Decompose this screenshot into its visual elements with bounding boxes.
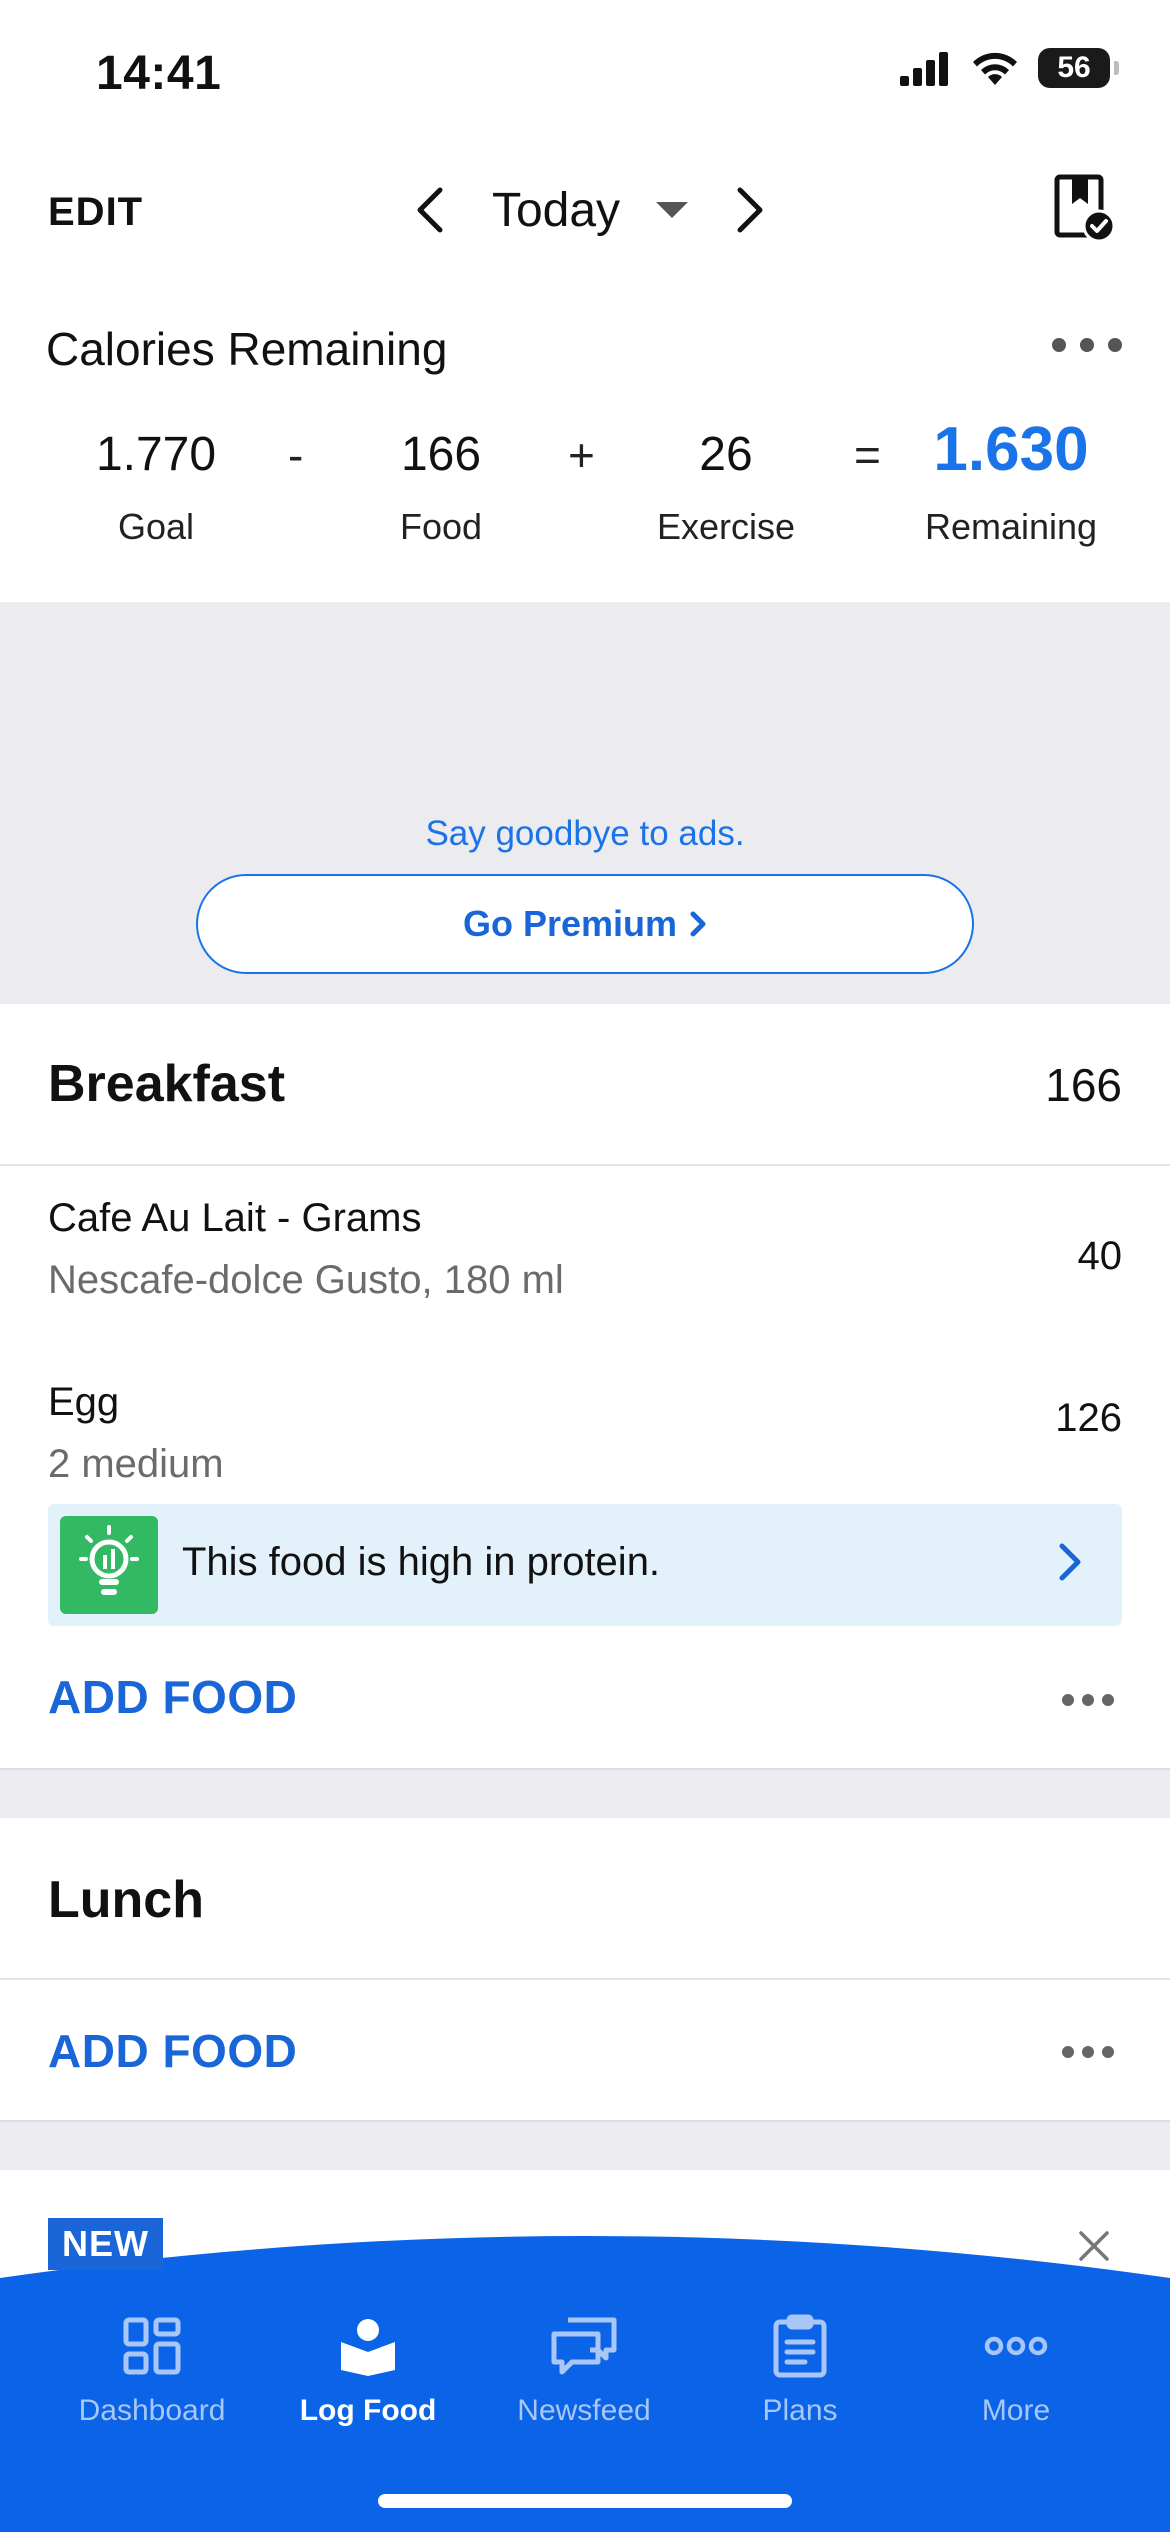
- tab-label: Newsfeed: [517, 2394, 651, 2427]
- saved-meals-icon[interactable]: [1054, 174, 1116, 244]
- status-bar: 14:41 56: [0, 0, 1170, 140]
- breakfast-add-food-button[interactable]: ADD FOOD: [48, 1670, 297, 1724]
- more-dot-icon: [1062, 2046, 1074, 2058]
- food-description: 2 medium: [48, 1442, 224, 1486]
- battery-icon: 56: [1038, 48, 1119, 88]
- breakfast-section: Breakfast 166 Cafe Au Lait - Grams Nesca…: [0, 1004, 1170, 1768]
- tab-bar: Dashboard Log Food Newsfeed Plans More: [0, 2236, 1170, 2532]
- food-value: 166: [400, 428, 482, 481]
- more-dot-icon: [1062, 1694, 1074, 1706]
- chevron-left-icon: [417, 187, 443, 233]
- goal-value: 1.770: [95, 428, 217, 481]
- more-dot-icon: [1102, 1694, 1114, 1706]
- log-food-icon: [268, 2306, 468, 2386]
- protein-insight-banner[interactable]: This food is high in protein.: [48, 1504, 1122, 1626]
- exercise-value: 26: [699, 428, 753, 481]
- food-description: Nescafe-dolce Gusto, 180 ml: [48, 1258, 564, 1302]
- tab-plans[interactable]: Plans: [700, 2306, 900, 2428]
- tab-dashboard[interactable]: Dashboard: [52, 2306, 252, 2428]
- diary-header: EDIT Today: [0, 150, 1170, 270]
- tab-label: Plans: [762, 2394, 838, 2427]
- go-premium-label: Go Premium: [462, 903, 678, 944]
- lunch-add-food-button[interactable]: ADD FOOD: [48, 2024, 297, 2078]
- more-dot-icon: [1102, 2046, 1114, 2058]
- caret-down-icon: [656, 202, 689, 218]
- section-gap: [0, 2120, 1170, 2170]
- tab-more[interactable]: More: [916, 2306, 1116, 2428]
- exercise-column: 26 Exercise: [626, 420, 826, 548]
- status-icons: 56: [900, 48, 1119, 88]
- date-label: Today: [491, 183, 621, 237]
- exercise-label: Exercise: [656, 506, 796, 547]
- more-dot-icon: [1082, 2046, 1094, 2058]
- edit-button[interactable]: EDIT: [48, 190, 143, 235]
- calories-more-button[interactable]: [1052, 338, 1122, 352]
- calories-title: Calories Remaining: [46, 323, 448, 375]
- more-dot-icon: [1052, 338, 1066, 352]
- plans-icon: [700, 2306, 900, 2386]
- wifi-icon: [973, 52, 1017, 85]
- tab-label: Log Food: [299, 2394, 437, 2427]
- breakfast-more-button[interactable]: [1062, 1694, 1114, 1706]
- dashboard-icon: [52, 2306, 252, 2386]
- lightbulb-insight-icon: [60, 1516, 158, 1614]
- food-column: 166 Food: [341, 420, 541, 548]
- equals-sign: =: [854, 429, 881, 481]
- food-name: Egg: [48, 1380, 120, 1424]
- food-label: Food: [399, 506, 483, 547]
- breakfast-total: 166: [1045, 1059, 1122, 1111]
- section-gap: [0, 1768, 1170, 1818]
- food-calories: 40: [1077, 1234, 1123, 1278]
- food-name: Cafe Au Lait - Grams: [48, 1196, 422, 1240]
- tab-newsfeed[interactable]: Newsfeed: [484, 2306, 684, 2428]
- tab-log-food[interactable]: Log Food: [268, 2306, 468, 2428]
- lunch-title: Lunch: [48, 1871, 204, 1929]
- chevron-right-icon: [737, 187, 763, 233]
- date-selector[interactable]: Today: [491, 183, 689, 238]
- lunch-section: Lunch ADD FOOD: [0, 1818, 1170, 2120]
- home-indicator[interactable]: [378, 2494, 792, 2508]
- ad-text: Say goodbye to ads.: [425, 814, 745, 853]
- chevron-right-icon: [1059, 1543, 1081, 1581]
- more-icon: [916, 2306, 1116, 2386]
- status-time: 14:41: [96, 47, 222, 100]
- newsfeed-icon: [484, 2306, 684, 2386]
- tab-label: Dashboard: [78, 2394, 226, 2427]
- previous-day-button[interactable]: [400, 172, 460, 248]
- more-dot-icon: [1082, 1694, 1094, 1706]
- remaining-label: Remaining: [924, 506, 1098, 547]
- goal-label: Goal: [117, 506, 195, 547]
- insight-text: This food is high in protein.: [182, 1540, 661, 1584]
- plus-sign: +: [568, 429, 595, 481]
- new-badge: NEW: [48, 2218, 163, 2270]
- tab-label: More: [981, 2394, 1051, 2427]
- chevron-right-icon: [690, 911, 706, 937]
- calories-remaining-card[interactable]: Calories Remaining 1.770 Goal - 166 Food…: [0, 300, 1170, 602]
- breakfast-title: Breakfast: [48, 1055, 286, 1113]
- food-calories: 126: [1055, 1396, 1122, 1440]
- calorie-equation: 1.770 Goal - 166 Food + 26 Exercise = 1.…: [0, 415, 1170, 570]
- more-dot-icon: [1108, 338, 1122, 352]
- close-icon[interactable]: [1078, 2230, 1110, 2262]
- date-navigator: Today: [400, 172, 780, 248]
- cellular-signal-icon: [900, 52, 948, 86]
- more-dot-icon: [1080, 338, 1094, 352]
- goal-column: 1.770 Goal: [56, 420, 256, 548]
- divider: [0, 1164, 1170, 1166]
- next-day-button[interactable]: [720, 172, 780, 248]
- lunch-more-button[interactable]: [1062, 2046, 1114, 2058]
- minus-sign: -: [288, 429, 304, 481]
- divider: [0, 1978, 1170, 1980]
- remaining-column: 1.630 Remaining: [911, 415, 1111, 548]
- go-premium-button[interactable]: Go Premium: [196, 874, 974, 974]
- remaining-value: 1.630: [933, 415, 1089, 484]
- ad-banner: Say goodbye to ads. Go Premium: [0, 602, 1170, 1004]
